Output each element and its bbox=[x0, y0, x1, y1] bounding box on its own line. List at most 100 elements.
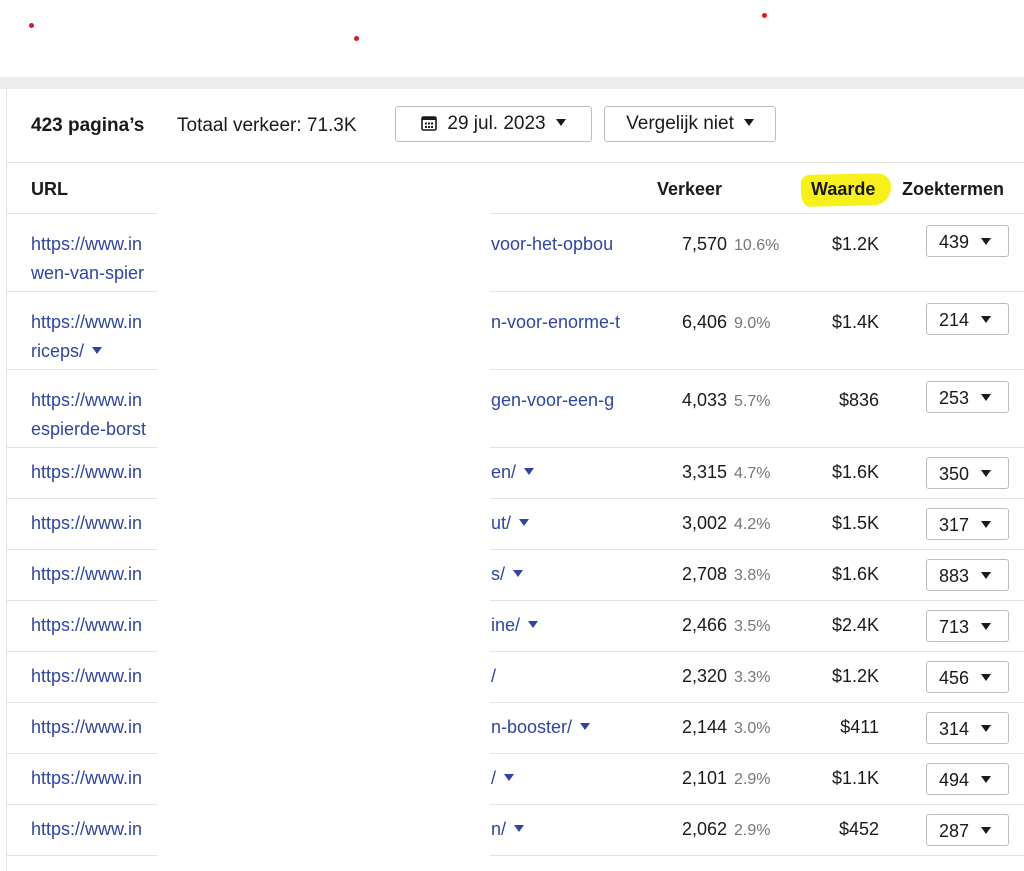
keywords-dropdown[interactable]: 439 bbox=[926, 225, 1009, 257]
url-text: / bbox=[491, 666, 497, 686]
caret-down-icon[interactable] bbox=[92, 347, 103, 354]
url-link[interactable]: gen-voor-een-g bbox=[491, 386, 614, 415]
url-text: https://www.in bbox=[31, 312, 143, 332]
caret-down-icon[interactable] bbox=[519, 519, 530, 526]
keywords-count: 439 bbox=[939, 232, 970, 252]
url-link[interactable]: https://www.in riceps/ bbox=[31, 308, 142, 366]
keywords-count: 456 bbox=[939, 668, 970, 688]
url-link[interactable]: https://www.in wen-van-spier bbox=[31, 230, 144, 288]
traffic-share: 4.2% bbox=[734, 516, 771, 533]
column-header-keywords[interactable]: Zoektermen bbox=[902, 179, 1004, 200]
traffic-share: 2.9% bbox=[734, 822, 771, 839]
url-text: gen-voor-een-g bbox=[491, 390, 615, 410]
caret-down-icon bbox=[981, 776, 992, 783]
traffic-value: 2,101 bbox=[681, 768, 727, 788]
caret-down-icon[interactable] bbox=[504, 774, 515, 781]
keywords-count: 883 bbox=[939, 566, 970, 586]
url-text: riceps/ bbox=[31, 341, 85, 361]
url-link[interactable]: / bbox=[491, 764, 515, 793]
caret-down-icon bbox=[981, 725, 992, 732]
traffic-value: 2,144 bbox=[681, 717, 727, 737]
url-link[interactable]: https://www.in bbox=[31, 815, 142, 844]
caret-down-icon bbox=[981, 521, 992, 528]
caret-down-icon bbox=[743, 119, 754, 126]
keywords-dropdown[interactable]: 317 bbox=[926, 508, 1009, 540]
keywords-dropdown[interactable]: 350 bbox=[926, 457, 1009, 489]
keywords-dropdown[interactable]: 287 bbox=[926, 814, 1009, 846]
url-text: https://www.in bbox=[31, 768, 143, 788]
url-link[interactable]: https://www.in bbox=[31, 560, 142, 589]
url-link[interactable]: https://www.in bbox=[31, 611, 142, 640]
value-amount: $836 bbox=[838, 390, 879, 410]
caret-down-icon[interactable] bbox=[524, 468, 535, 475]
url-link[interactable]: / bbox=[491, 662, 496, 691]
url-link[interactable]: voor-het-opbou bbox=[491, 230, 613, 259]
caret-down-icon bbox=[981, 316, 992, 323]
traffic-share: 3.8% bbox=[734, 567, 771, 584]
traffic-value: 2,466 bbox=[681, 615, 727, 635]
keywords-dropdown[interactable]: 314 bbox=[926, 712, 1009, 744]
traffic-value: 2,062 bbox=[681, 819, 727, 839]
keywords-dropdown[interactable]: 456 bbox=[926, 661, 1009, 693]
caret-down-icon[interactable] bbox=[514, 825, 525, 832]
calendar-icon bbox=[421, 116, 438, 131]
url-link[interactable]: n/ bbox=[491, 815, 525, 844]
url-text: https://www.in bbox=[31, 717, 143, 737]
url-link[interactable]: s/ bbox=[491, 560, 524, 589]
traffic-value: 4,033 bbox=[681, 390, 727, 410]
value-amount: $411 bbox=[840, 717, 879, 737]
marker-dot bbox=[29, 23, 34, 28]
url-link[interactable]: n-voor-enorme-t bbox=[491, 308, 620, 337]
caret-down-icon bbox=[981, 674, 992, 681]
column-header-value[interactable]: Waarde bbox=[811, 179, 875, 200]
keywords-count: 314 bbox=[939, 719, 970, 739]
url-link[interactable]: https://www.in bbox=[31, 458, 142, 487]
url-link[interactable]: https://www.in bbox=[31, 662, 142, 691]
url-link[interactable]: https://www.in bbox=[31, 764, 142, 793]
compare-dropdown-button[interactable]: Vergelijk niet bbox=[604, 106, 776, 142]
keywords-count: 494 bbox=[939, 770, 970, 790]
caret-down-icon bbox=[981, 827, 992, 834]
keywords-dropdown[interactable]: 713 bbox=[926, 610, 1009, 642]
keywords-dropdown[interactable]: 494 bbox=[926, 763, 1009, 795]
url-link[interactable]: https://www.in espierde-borst bbox=[31, 386, 146, 444]
url-text: https://www.in bbox=[31, 390, 143, 410]
redaction-block bbox=[157, 197, 490, 861]
url-text: n-voor-enorme-t bbox=[491, 312, 621, 332]
keywords-count: 287 bbox=[939, 821, 970, 841]
url-text: https://www.in bbox=[31, 462, 143, 482]
url-text: https://www.in bbox=[31, 513, 143, 533]
url-link[interactable]: ut/ bbox=[491, 509, 530, 538]
total-traffic: Totaal verkeer: 71.3K bbox=[177, 115, 357, 136]
keywords-count: 214 bbox=[939, 310, 970, 330]
url-link[interactable]: https://www.in bbox=[31, 713, 142, 742]
caret-down-icon bbox=[981, 394, 992, 401]
url-link[interactable]: https://www.in bbox=[31, 509, 142, 538]
date-picker-button[interactable]: 29 jul. 2023 bbox=[395, 106, 592, 142]
value-amount: $2.4K bbox=[831, 615, 879, 635]
value-amount: $1.4K bbox=[831, 312, 879, 332]
caret-down-icon[interactable] bbox=[513, 570, 524, 577]
value-amount: $1.6K bbox=[831, 462, 879, 482]
traffic-share: 9.0% bbox=[734, 315, 771, 332]
url-link[interactable]: en/ bbox=[491, 458, 535, 487]
caret-down-icon[interactable] bbox=[528, 621, 539, 628]
column-header-traffic[interactable]: Verkeer bbox=[657, 179, 722, 200]
keywords-dropdown[interactable]: 214 bbox=[926, 303, 1009, 335]
url-text: espierde-borst bbox=[31, 419, 147, 439]
compare-label: Vergelijk niet bbox=[626, 113, 734, 134]
caret-down-icon bbox=[555, 119, 566, 126]
url-link[interactable]: ine/ bbox=[491, 611, 539, 640]
page-separator bbox=[0, 77, 1024, 89]
traffic-value: 7,570 bbox=[681, 234, 727, 254]
caret-down-icon[interactable] bbox=[580, 723, 591, 730]
keywords-dropdown[interactable]: 883 bbox=[926, 559, 1009, 591]
value-amount: $1.1K bbox=[831, 768, 879, 788]
traffic-value: 3,002 bbox=[681, 513, 727, 533]
url-link[interactable]: n-booster/ bbox=[491, 713, 591, 742]
url-text: s/ bbox=[491, 564, 506, 584]
column-header-url[interactable]: URL bbox=[31, 179, 68, 200]
keywords-dropdown[interactable]: 253 bbox=[926, 381, 1009, 413]
caret-down-icon bbox=[981, 238, 992, 245]
keywords-count: 713 bbox=[939, 617, 970, 637]
